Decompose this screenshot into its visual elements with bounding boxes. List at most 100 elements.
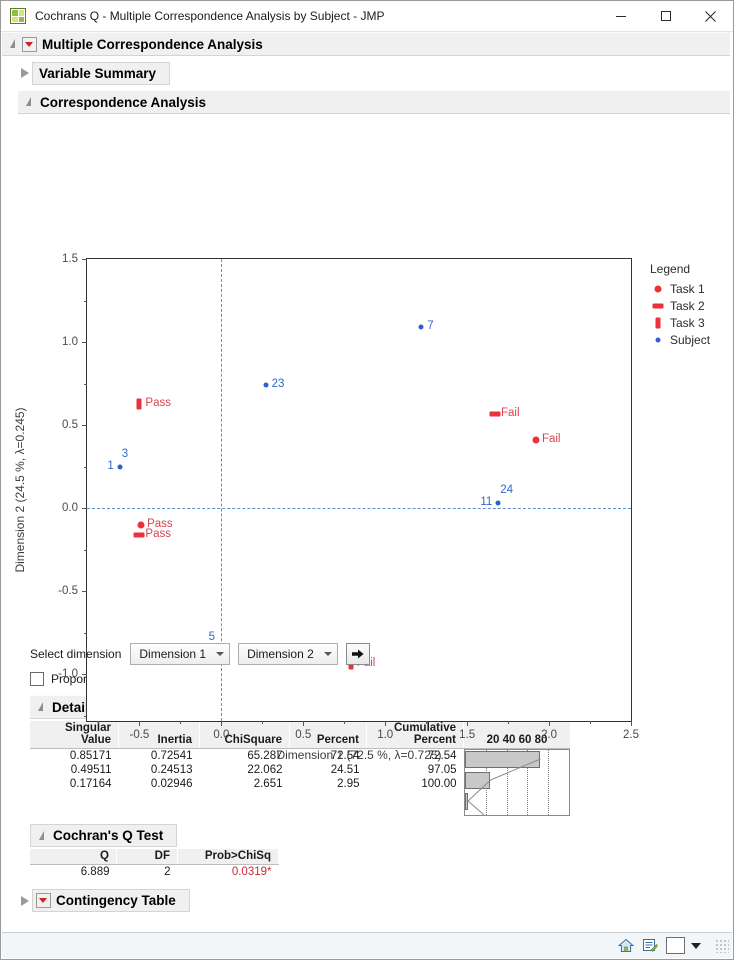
data-point-marker[interactable] bbox=[418, 324, 424, 330]
red-triangle-menu-icon-2[interactable] bbox=[36, 893, 51, 908]
legend-item[interactable]: Task 3 bbox=[650, 314, 710, 331]
cell-percent: 2.95 bbox=[337, 778, 360, 790]
data-point-marker[interactable] bbox=[263, 382, 269, 388]
data-point-marker[interactable] bbox=[489, 411, 501, 417]
legend-item[interactable]: Task 1 bbox=[650, 280, 710, 297]
journal-icon bbox=[643, 939, 658, 952]
cochran-table: Q DF Prob>ChiSq 6.889 2 0.0319* bbox=[30, 849, 279, 879]
scree-line bbox=[467, 758, 541, 815]
cell-inertia: 0.24513 bbox=[150, 764, 193, 776]
data-point-label: 1 bbox=[107, 459, 114, 472]
data-point-label: Fail bbox=[541, 433, 561, 446]
data-point-marker[interactable] bbox=[133, 532, 145, 538]
y-tick-minor bbox=[84, 549, 87, 551]
minimize-button[interactable] bbox=[598, 2, 643, 31]
maximize-button[interactable] bbox=[643, 2, 688, 31]
cell-q: 6.889 bbox=[80, 866, 110, 878]
x-tick bbox=[385, 721, 387, 726]
outline-contingency-table[interactable]: Contingency Table bbox=[2, 889, 732, 912]
legend-item[interactable]: Subject bbox=[650, 331, 710, 348]
cell-cumulative-percent: 100.00 bbox=[421, 778, 457, 790]
red-triangle-menu-icon[interactable] bbox=[22, 36, 37, 52]
close-button[interactable] bbox=[688, 2, 733, 31]
gridline-horizontal-zero bbox=[87, 508, 631, 510]
dimension-b-select[interactable]: Dimension 2 bbox=[238, 643, 338, 665]
data-point-marker[interactable] bbox=[117, 464, 123, 470]
y-tick-label: -0.5 bbox=[58, 585, 78, 598]
maximize-icon bbox=[660, 11, 671, 21]
window-titlebar: Cochrans Q - Multiple Correspondence Ana… bbox=[1, 1, 733, 32]
legend-label: Task 3 bbox=[670, 315, 705, 330]
data-point-marker[interactable] bbox=[532, 436, 540, 444]
cochran-col-prob: Prob>ChiSq bbox=[177, 849, 279, 865]
data-point-label: 24 bbox=[500, 484, 514, 497]
arrow-right-icon bbox=[351, 649, 364, 659]
proportional-marker-size-checkbox[interactable] bbox=[30, 672, 44, 686]
x-tick bbox=[303, 721, 305, 726]
cochran-col-q: Q bbox=[30, 849, 117, 865]
outline-contingency-title: Contingency Table bbox=[56, 893, 176, 908]
cell-chisquare: 22.062 bbox=[247, 764, 283, 776]
resize-grip[interactable] bbox=[715, 938, 729, 953]
legend-marker-icon bbox=[650, 299, 666, 312]
legend-marker-icon bbox=[650, 316, 666, 329]
dimension-a-value: Dimension 1 bbox=[139, 647, 207, 661]
legend-item[interactable]: Task 2 bbox=[650, 297, 710, 314]
table-row[interactable]: 0.17164 0.02946 2.651 2.95 100.00 bbox=[30, 777, 464, 791]
x-tick-minor bbox=[426, 721, 428, 724]
disclosure-triangle-icon[interactable] bbox=[8, 38, 20, 50]
outline-variable-summary[interactable]: Variable Summary bbox=[2, 56, 732, 86]
x-tick bbox=[467, 721, 469, 726]
home-icon bbox=[618, 938, 634, 952]
x-tick bbox=[221, 721, 223, 726]
home-button[interactable] bbox=[618, 938, 634, 953]
y-tick bbox=[82, 591, 87, 593]
y-tick bbox=[82, 342, 87, 344]
cell-percent: 24.51 bbox=[330, 764, 360, 776]
disclosure-triangle-icon-4[interactable] bbox=[37, 830, 49, 842]
y-tick-label: -1.0 bbox=[58, 668, 78, 681]
outline-cochran-row[interactable]: Cochran's Q Test bbox=[30, 824, 732, 847]
y-tick-minor bbox=[84, 632, 87, 634]
table-row[interactable]: 0.49511 0.24513 22.062 24.51 97.05 bbox=[30, 763, 464, 777]
y-tick-label: 1.5 bbox=[62, 253, 78, 265]
data-point-label: 3 bbox=[121, 447, 129, 460]
data-point-marker[interactable] bbox=[136, 398, 142, 410]
disclosure-triangle-icon-3[interactable] bbox=[36, 701, 48, 713]
disclosure-triangle-icon-2[interactable] bbox=[24, 96, 36, 108]
y-tick bbox=[82, 425, 87, 427]
cell-prob: 0.0319* bbox=[231, 866, 272, 878]
cell-singular-value: 0.17164 bbox=[69, 778, 112, 790]
cell-chisquare: 2.651 bbox=[253, 778, 283, 790]
y-tick-label: 0.5 bbox=[62, 419, 78, 432]
outline-multiple-correspondence-analysis[interactable]: Multiple Correspondence Analysis bbox=[2, 32, 730, 56]
x-tick-label: 0.5 bbox=[295, 729, 312, 741]
x-tick-label: 2.0 bbox=[541, 729, 558, 741]
dimension-a-select[interactable]: Dimension 1 bbox=[130, 643, 231, 665]
outline-variable-summary-title: Variable Summary bbox=[39, 65, 157, 81]
journal-button[interactable] bbox=[642, 938, 658, 953]
status-bar bbox=[2, 932, 732, 958]
y-tick bbox=[82, 259, 87, 260]
table-row[interactable]: 6.889 2 0.0319* bbox=[30, 865, 279, 880]
legend-title: Legend bbox=[650, 262, 691, 276]
color-swatch[interactable] bbox=[666, 937, 685, 954]
x-tick-label: 0.0 bbox=[213, 729, 230, 741]
legend-label: Task 2 bbox=[670, 298, 705, 313]
disclosure-triangle-closed-icon[interactable] bbox=[18, 67, 30, 79]
data-point-label: Pass bbox=[145, 527, 171, 540]
color-swatch-dropdown[interactable] bbox=[666, 937, 701, 954]
data-point-marker[interactable] bbox=[137, 521, 145, 529]
x-tick bbox=[631, 721, 632, 726]
data-point-label: 23 bbox=[271, 378, 285, 391]
caret-down-icon[interactable] bbox=[691, 942, 701, 949]
disclosure-triangle-closed-icon-2[interactable] bbox=[18, 895, 30, 907]
data-point-label: 7 bbox=[427, 320, 434, 333]
y-tick-minor bbox=[84, 300, 87, 302]
legend-marker-icon bbox=[650, 333, 666, 346]
x-tick bbox=[549, 721, 551, 726]
data-point-label: Pass bbox=[145, 396, 171, 409]
outline-correspondence-analysis[interactable]: Correspondence Analysis bbox=[18, 90, 730, 114]
data-point-marker[interactable] bbox=[495, 500, 501, 506]
apply-dimensions-button[interactable] bbox=[345, 643, 370, 665]
